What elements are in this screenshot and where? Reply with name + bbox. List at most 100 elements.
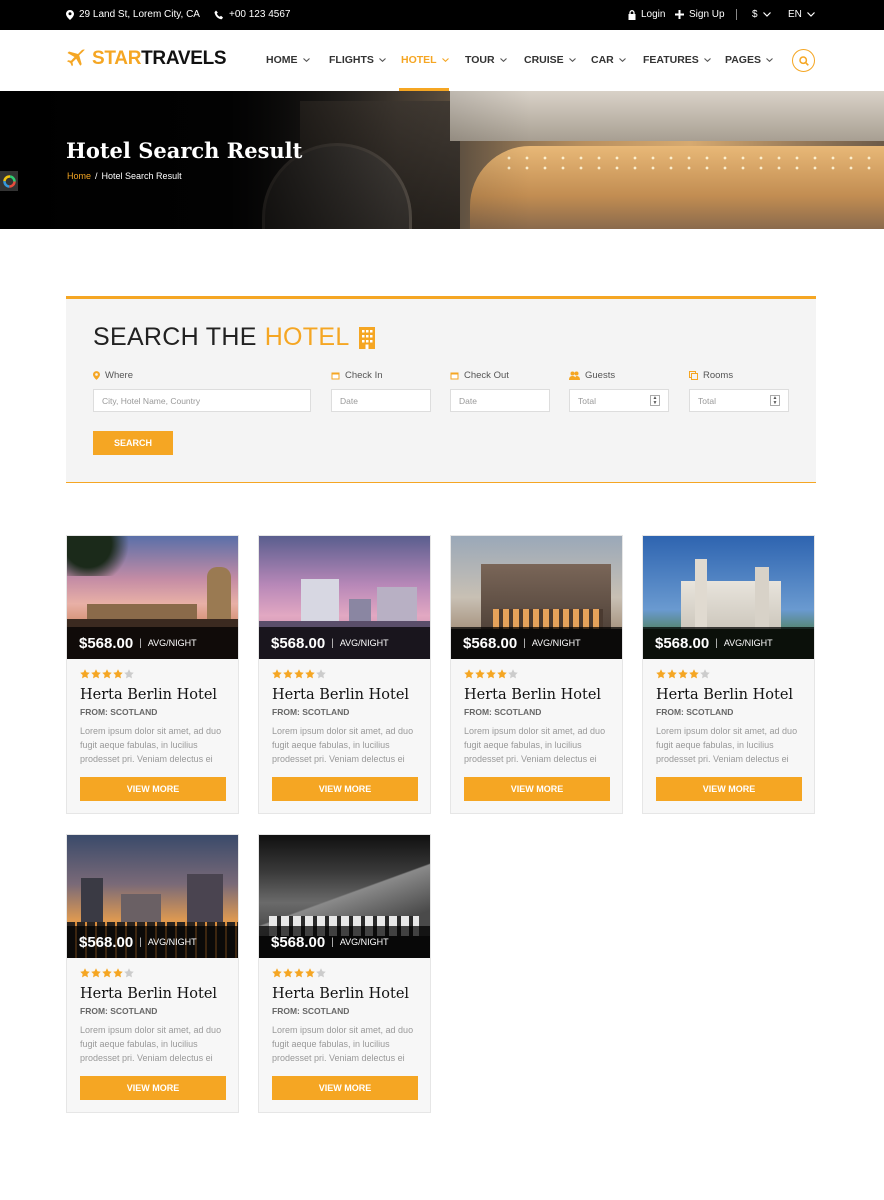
search-button[interactable]: SEARCH — [93, 431, 173, 455]
nav-label: FEATURES — [643, 54, 699, 66]
currency-value: $ — [752, 9, 758, 20]
star-icon — [80, 968, 90, 978]
plus-icon — [675, 10, 684, 19]
copy-icon — [689, 371, 698, 380]
price-bar: $568.00 | AVG/NIGHT — [451, 627, 622, 659]
hotel-price: $568.00 — [271, 634, 326, 652]
star-icon — [475, 669, 485, 679]
view-more-button[interactable]: VIEW MORE — [80, 777, 226, 801]
where-input[interactable]: City, Hotel Name, Country — [93, 389, 311, 412]
nav-flights[interactable]: FLIGHTS — [329, 54, 386, 66]
nav-label: FLIGHTS — [329, 54, 374, 66]
rooms-label-text: Rooms — [703, 370, 734, 381]
nav-features[interactable]: FEATURES — [643, 54, 711, 66]
hotel-name[interactable]: Herta Berlin Hotel — [464, 687, 601, 703]
stepper-icon[interactable]: ▲ ▼ — [770, 395, 780, 406]
hotel-image[interactable]: $568.00 | AVG/NIGHT — [643, 536, 814, 659]
hotel-image[interactable]: $568.00 | AVG/NIGHT — [259, 536, 430, 659]
rating-stars — [80, 669, 134, 679]
nav-pages[interactable]: PAGES — [725, 54, 773, 66]
search-title: SEARCH THE HOTEL — [93, 323, 376, 352]
hotel-price: $568.00 — [271, 933, 326, 951]
search-toggle-button[interactable] — [792, 49, 815, 72]
hotel-image[interactable]: $568.00 | AVG/NIGHT — [67, 536, 238, 659]
chevron-down-icon — [762, 12, 771, 17]
signup-link[interactable]: Sign Up — [675, 9, 725, 20]
nav-label: CRUISE — [524, 54, 564, 66]
star-icon — [91, 669, 101, 679]
star-icon — [272, 968, 282, 978]
guests-label: Guests — [569, 370, 615, 381]
logo-part-star: STAR — [92, 48, 142, 69]
hotel-image[interactable]: $568.00 | AVG/NIGHT — [67, 835, 238, 958]
hotel-location: FROM: SCOTLAND — [656, 707, 734, 717]
price-separator: | — [331, 637, 334, 649]
rating-stars — [272, 968, 326, 978]
view-more-button[interactable]: VIEW MORE — [272, 1076, 418, 1100]
hotel-card: $568.00 | AVG/NIGHT Herta Berlin Hotel FROM:… — [66, 834, 239, 1113]
hotel-name[interactable]: Herta Berlin Hotel — [272, 687, 409, 703]
language-value: EN — [788, 9, 802, 20]
checkout-input[interactable]: Date — [450, 389, 550, 412]
hotel-name[interactable]: Herta Berlin Hotel — [80, 687, 217, 703]
nav-tour[interactable]: TOUR — [465, 54, 507, 66]
stepper-icon[interactable]: ▲ ▼ — [650, 395, 660, 406]
price-unit: AVG/NIGHT — [147, 937, 197, 947]
view-more-button[interactable]: VIEW MORE — [272, 777, 418, 801]
where-label-text: Where — [105, 370, 133, 381]
breadcrumb: Home / Hotel Search Result — [67, 171, 182, 181]
star-icon — [305, 669, 315, 679]
view-more-button[interactable]: VIEW MORE — [464, 777, 610, 801]
chevron-down-icon — [568, 58, 576, 62]
price-bar: $568.00 | AVG/NIGHT — [643, 627, 814, 659]
nav-label: CAR — [591, 54, 614, 66]
view-more-button[interactable]: VIEW MORE — [656, 777, 802, 801]
hotel-price: $568.00 — [655, 634, 710, 652]
checkin-label: Check In — [331, 370, 383, 381]
phone-text: +00 123 4567 — [229, 9, 291, 20]
language-dropdown[interactable]: EN — [788, 9, 815, 20]
color-switcher-button[interactable] — [0, 171, 18, 191]
address: 29 Land St, Lorem City, CA — [66, 9, 200, 20]
guests-input[interactable]: Total ▲ ▼ — [569, 389, 669, 412]
login-link[interactable]: Login — [628, 9, 665, 20]
star-icon — [508, 669, 518, 679]
building-icon — [358, 326, 375, 349]
price-separator: | — [331, 936, 334, 948]
price-unit: AVG/NIGHT — [531, 638, 581, 648]
star-icon — [91, 968, 101, 978]
where-placeholder: City, Hotel Name, Country — [102, 395, 201, 406]
search-icon — [798, 55, 809, 66]
rating-stars — [272, 669, 326, 679]
star-icon — [667, 669, 677, 679]
nav-car[interactable]: CAR — [591, 54, 626, 66]
search-title-part2: HOTEL — [264, 323, 350, 351]
nav-label: HOTEL — [401, 54, 437, 66]
nav-hotel[interactable]: HOTEL — [401, 54, 449, 66]
price-unit: AVG/NIGHT — [339, 638, 389, 648]
star-icon — [102, 968, 112, 978]
hotel-image[interactable]: $568.00 | AVG/NIGHT — [259, 835, 430, 958]
hotel-search-form: SEARCH THE HOTEL Where City, Hotel Name,… — [66, 296, 816, 483]
chevron-down-icon — [441, 58, 449, 62]
hotel-name[interactable]: Herta Berlin Hotel — [656, 687, 793, 703]
logo[interactable]: STARTRAVELS — [66, 48, 227, 70]
hotel-image[interactable]: $568.00 | AVG/NIGHT — [451, 536, 622, 659]
where-label: Where — [93, 370, 133, 381]
star-icon — [113, 968, 123, 978]
hotel-location: FROM: SCOTLAND — [80, 1006, 158, 1016]
nav-label: PAGES — [725, 54, 761, 66]
hotel-name[interactable]: Herta Berlin Hotel — [272, 986, 409, 1002]
currency-dropdown[interactable]: $ — [752, 9, 771, 20]
nav-cruise[interactable]: CRUISE — [524, 54, 576, 66]
breadcrumb-home[interactable]: Home — [67, 171, 91, 181]
price-separator: | — [139, 637, 142, 649]
rooms-input[interactable]: Total ▲ ▼ — [689, 389, 789, 412]
breadcrumb-current: Hotel Search Result — [101, 171, 182, 181]
nav-home[interactable]: HOME — [266, 54, 310, 66]
checkin-input[interactable]: Date — [331, 389, 431, 412]
rooms-placeholder: Total — [698, 395, 716, 406]
view-more-button[interactable]: VIEW MORE — [80, 1076, 226, 1100]
chevron-down-icon — [766, 58, 773, 62]
hotel-name[interactable]: Herta Berlin Hotel — [80, 986, 217, 1002]
